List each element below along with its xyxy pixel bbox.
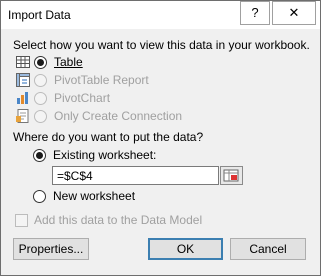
help-button[interactable]: ? [240,1,270,25]
close-button[interactable]: ✕ [272,1,316,25]
reference-input[interactable]: =$C$4 [52,166,219,185]
view-prompt: Select how you want to view this data in… [13,38,310,52]
pivottable-icon [16,73,30,87]
import-data-dialog: Import Data ? ✕ Select how you want to v… [0,0,321,276]
new-worksheet-label: New worksheet [53,189,136,203]
option-pivottable[interactable]: PivotTable Report [34,71,149,89]
pivotchart-icon [17,92,28,104]
data-model-label: Add this data to the Data Model [34,213,203,227]
properties-button[interactable]: Properties... [13,238,89,260]
option-only-connection[interactable]: Only Create Connection [34,107,182,125]
option-table[interactable]: Table [34,53,83,71]
ok-button[interactable]: OK [148,238,223,260]
option-existing-worksheet[interactable]: Existing worksheet: [33,146,156,164]
existing-worksheet-label: Existing worksheet: [53,148,157,162]
table-radio[interactable] [34,55,47,69]
collapse-dialog-icon [223,169,239,182]
title-bar: Import Data ? ✕ [1,1,320,29]
range-picker-button[interactable] [220,166,243,185]
only-connection-label: Only Create Connection [54,109,183,123]
cancel-button[interactable]: Cancel [230,238,306,260]
only-connection-radio[interactable] [34,109,47,123]
data-model-option[interactable]: Add this data to the Data Model [15,213,202,227]
table-label: Table [54,55,83,69]
pivotchart-label: PivotChart [54,91,111,105]
new-worksheet-radio[interactable] [33,189,46,203]
existing-worksheet-radio[interactable] [33,148,46,162]
data-model-checkbox[interactable] [15,213,28,227]
option-new-worksheet[interactable]: New worksheet [33,187,135,205]
dialog-title: Import Data [8,8,71,22]
connection-icon [16,109,29,123]
pivottable-radio[interactable] [34,73,47,87]
pivottable-label: PivotTable Report [54,73,149,87]
pivotchart-radio[interactable] [34,91,47,105]
option-pivotchart[interactable]: PivotChart [34,89,110,107]
table-icon [16,56,30,68]
location-prompt: Where do you want to put the data? [13,130,204,144]
